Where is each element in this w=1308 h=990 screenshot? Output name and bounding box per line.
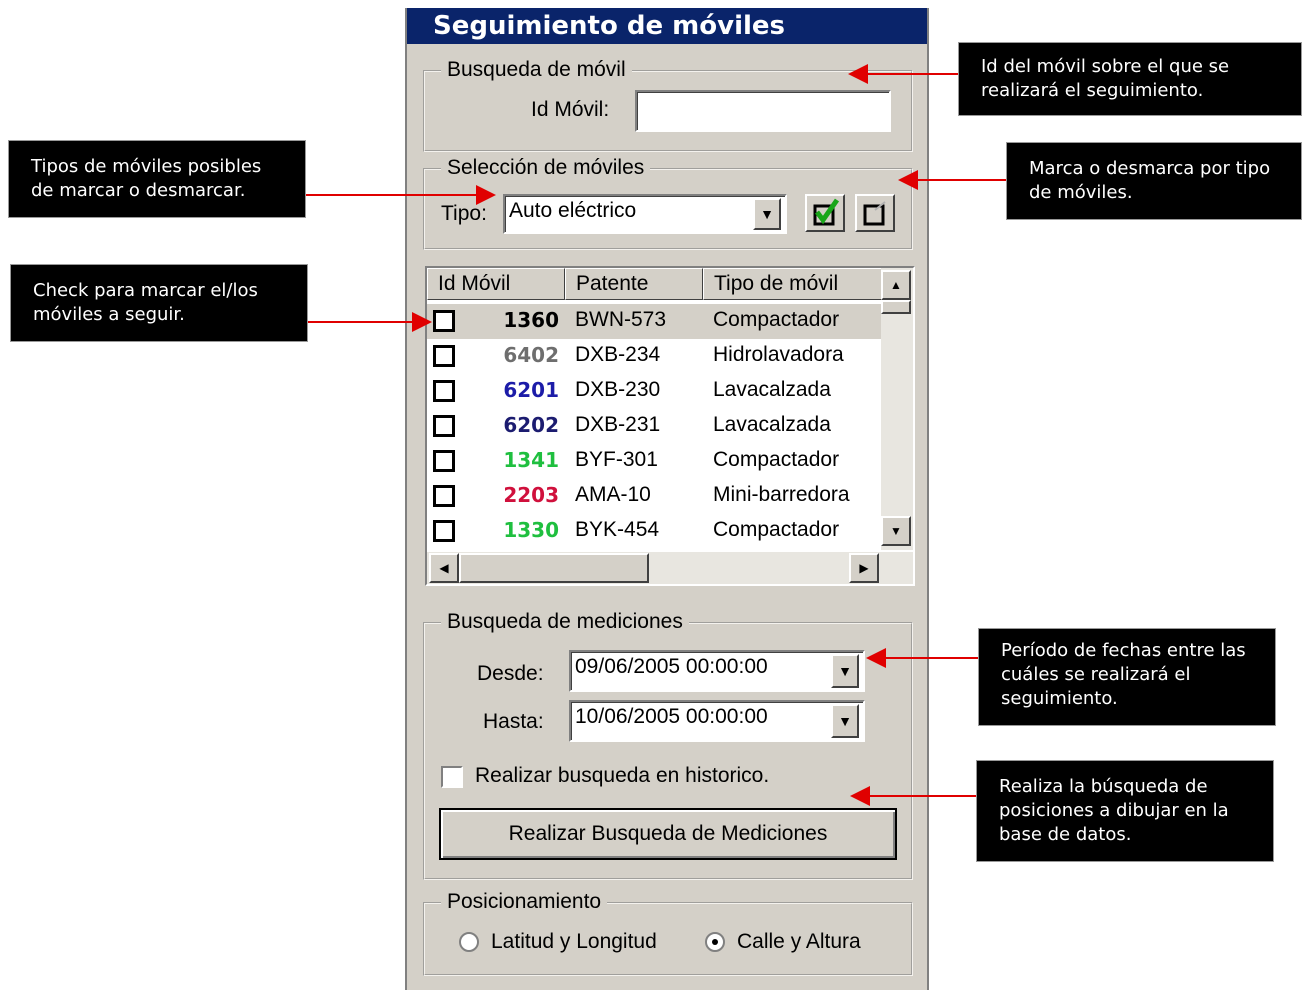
row-checkbox[interactable] — [433, 345, 455, 367]
scroll-up-button[interactable]: ▲ — [881, 270, 911, 300]
row-id: 1360 — [503, 308, 559, 332]
horizontal-scrollbar[interactable]: ◀ ▶ — [427, 552, 913, 584]
chevron-down-icon: ▼ — [838, 713, 852, 729]
table-row[interactable]: 6202 DXB-231 Lavacalzada — [427, 409, 881, 444]
arrow-down-icon: ▼ — [890, 524, 902, 538]
posicionamiento-legend: Posicionamiento — [441, 890, 608, 914]
hasta-label: Hasta: — [483, 710, 544, 733]
realizar-busqueda-button[interactable]: Realizar Busqueda de Mediciones — [439, 808, 897, 860]
table-row[interactable]: 6402 DXB-234 Hidrolavadora — [427, 339, 881, 374]
row-patente: DXB-231 — [575, 413, 661, 436]
mark-all-button[interactable] — [805, 194, 845, 232]
callout-tipos: Tipos de móviles posibles de marcar o de… — [8, 140, 306, 218]
seleccion-legend: Selección de móviles — [441, 156, 651, 180]
row-patente: AMA-10 — [575, 483, 651, 506]
arrow-left-icon: ◀ — [439, 561, 449, 575]
row-id: 1341 — [503, 448, 559, 472]
row-id: 1330 — [503, 518, 559, 542]
row-tipo: Compactador — [713, 448, 840, 471]
row-tipo: Compactador — [713, 308, 840, 331]
scroll-right-button[interactable]: ▶ — [849, 553, 879, 583]
row-patente: DXB-230 — [575, 378, 661, 401]
row-id: 6402 — [503, 343, 559, 367]
row-checkbox[interactable] — [433, 415, 455, 437]
panel-title: Seguimiento de móviles — [407, 8, 927, 44]
callout-id-movil: Id del móvil sobre el que se realizará e… — [958, 42, 1302, 116]
arrow-up-icon: ▲ — [890, 278, 902, 292]
radio-calle-label: Calle y Altura — [737, 930, 861, 953]
hasta-dropdown-button[interactable]: ▼ — [831, 704, 859, 738]
radio-latitud-label: Latitud y Longitud — [491, 930, 657, 953]
id-movil-input[interactable] — [635, 90, 891, 132]
row-checkbox[interactable] — [433, 310, 455, 332]
table-row[interactable]: 1341 BYF-301 Compactador — [427, 444, 881, 479]
row-tipo: Hidrolavadora — [713, 343, 844, 366]
radio-latitud-longitud[interactable] — [459, 932, 479, 952]
row-checkbox[interactable] — [433, 380, 455, 402]
historico-label: Realizar busqueda en historico. — [475, 764, 770, 787]
checkbox-checked-icon — [813, 198, 840, 226]
row-patente: BWN-573 — [575, 308, 667, 331]
id-movil-label: Id Móvil: — [531, 98, 610, 121]
historico-checkbox[interactable] — [441, 766, 463, 788]
moviles-list[interactable]: Id Móvil Patente Tipo de móvil 1360 BWN-… — [425, 266, 915, 586]
row-id: 6202 — [503, 413, 559, 437]
table-row[interactable]: 6201 DXB-230 Lavacalzada — [427, 374, 881, 409]
tipo-select[interactable]: Auto eléctrico — [503, 194, 787, 234]
desde-datetime[interactable]: 09/06/2005 00:00:00 — [569, 650, 865, 692]
row-tipo: Mini-barredora — [713, 483, 850, 506]
vertical-scrollbar[interactable]: ▲ ▼ — [881, 268, 913, 550]
row-checkbox[interactable] — [433, 485, 455, 507]
scroll-left-button[interactable]: ◀ — [429, 553, 459, 583]
row-patente: BYK-454 — [575, 518, 660, 541]
callout-periodo: Período de fechas entre las cuáles se re… — [978, 628, 1276, 726]
row-id: 2203 — [503, 483, 559, 507]
arrow-right-icon: ▶ — [859, 561, 869, 575]
busqueda-movil-legend: Busqueda de móvil — [441, 58, 632, 82]
table-row[interactable]: 1360 BWN-573 Compactador — [427, 304, 881, 339]
col-header-id[interactable]: Id Móvil — [427, 268, 565, 300]
hscroll-thumb[interactable] — [459, 553, 649, 583]
table-row[interactable]: 2203 AMA-10 Mini-barredora — [427, 479, 881, 514]
seguimiento-panel: Seguimiento de móviles Busqueda de móvil… — [405, 8, 929, 990]
callout-realiza: Realiza la búsqueda de posiciones a dibu… — [976, 760, 1274, 862]
mediciones-legend: Busqueda de mediciones — [441, 610, 689, 634]
desde-dropdown-button[interactable]: ▼ — [831, 654, 859, 688]
row-checkbox[interactable] — [433, 520, 455, 542]
row-tipo: Lavacalzada — [713, 378, 831, 401]
desde-label: Desde: — [477, 662, 544, 685]
chevron-down-icon: ▼ — [760, 206, 774, 222]
row-checkbox[interactable] — [433, 450, 455, 472]
scroll-down-button[interactable]: ▼ — [881, 516, 911, 546]
hasta-datetime[interactable]: 10/06/2005 00:00:00 — [569, 700, 865, 742]
radio-calle-altura[interactable] — [705, 932, 725, 952]
row-id: 6201 — [503, 378, 559, 402]
callout-check: Check para marcar el/los móviles a segui… — [10, 264, 308, 342]
tipo-dropdown-button[interactable]: ▼ — [753, 198, 781, 230]
row-patente: DXB-234 — [575, 343, 661, 366]
tipo-label: Tipo: — [441, 202, 487, 225]
scroll-thumb[interactable] — [881, 300, 911, 314]
row-tipo: Lavacalzada — [713, 413, 831, 436]
col-header-tipo[interactable]: Tipo de móvil — [703, 268, 883, 300]
row-tipo: Compactador — [713, 518, 840, 541]
row-patente: BYF-301 — [575, 448, 658, 471]
radio-selected-dot — [712, 939, 718, 945]
table-row[interactable]: 1330 BYK-454 Compactador — [427, 514, 881, 549]
col-header-patente[interactable]: Patente — [565, 268, 703, 300]
unmark-all-button[interactable] — [855, 194, 895, 232]
checkbox-unchecked-icon — [863, 201, 886, 226]
chevron-down-icon: ▼ — [838, 663, 852, 679]
callout-marca: Marca o desmarca por tipo de móviles. — [1006, 142, 1302, 220]
